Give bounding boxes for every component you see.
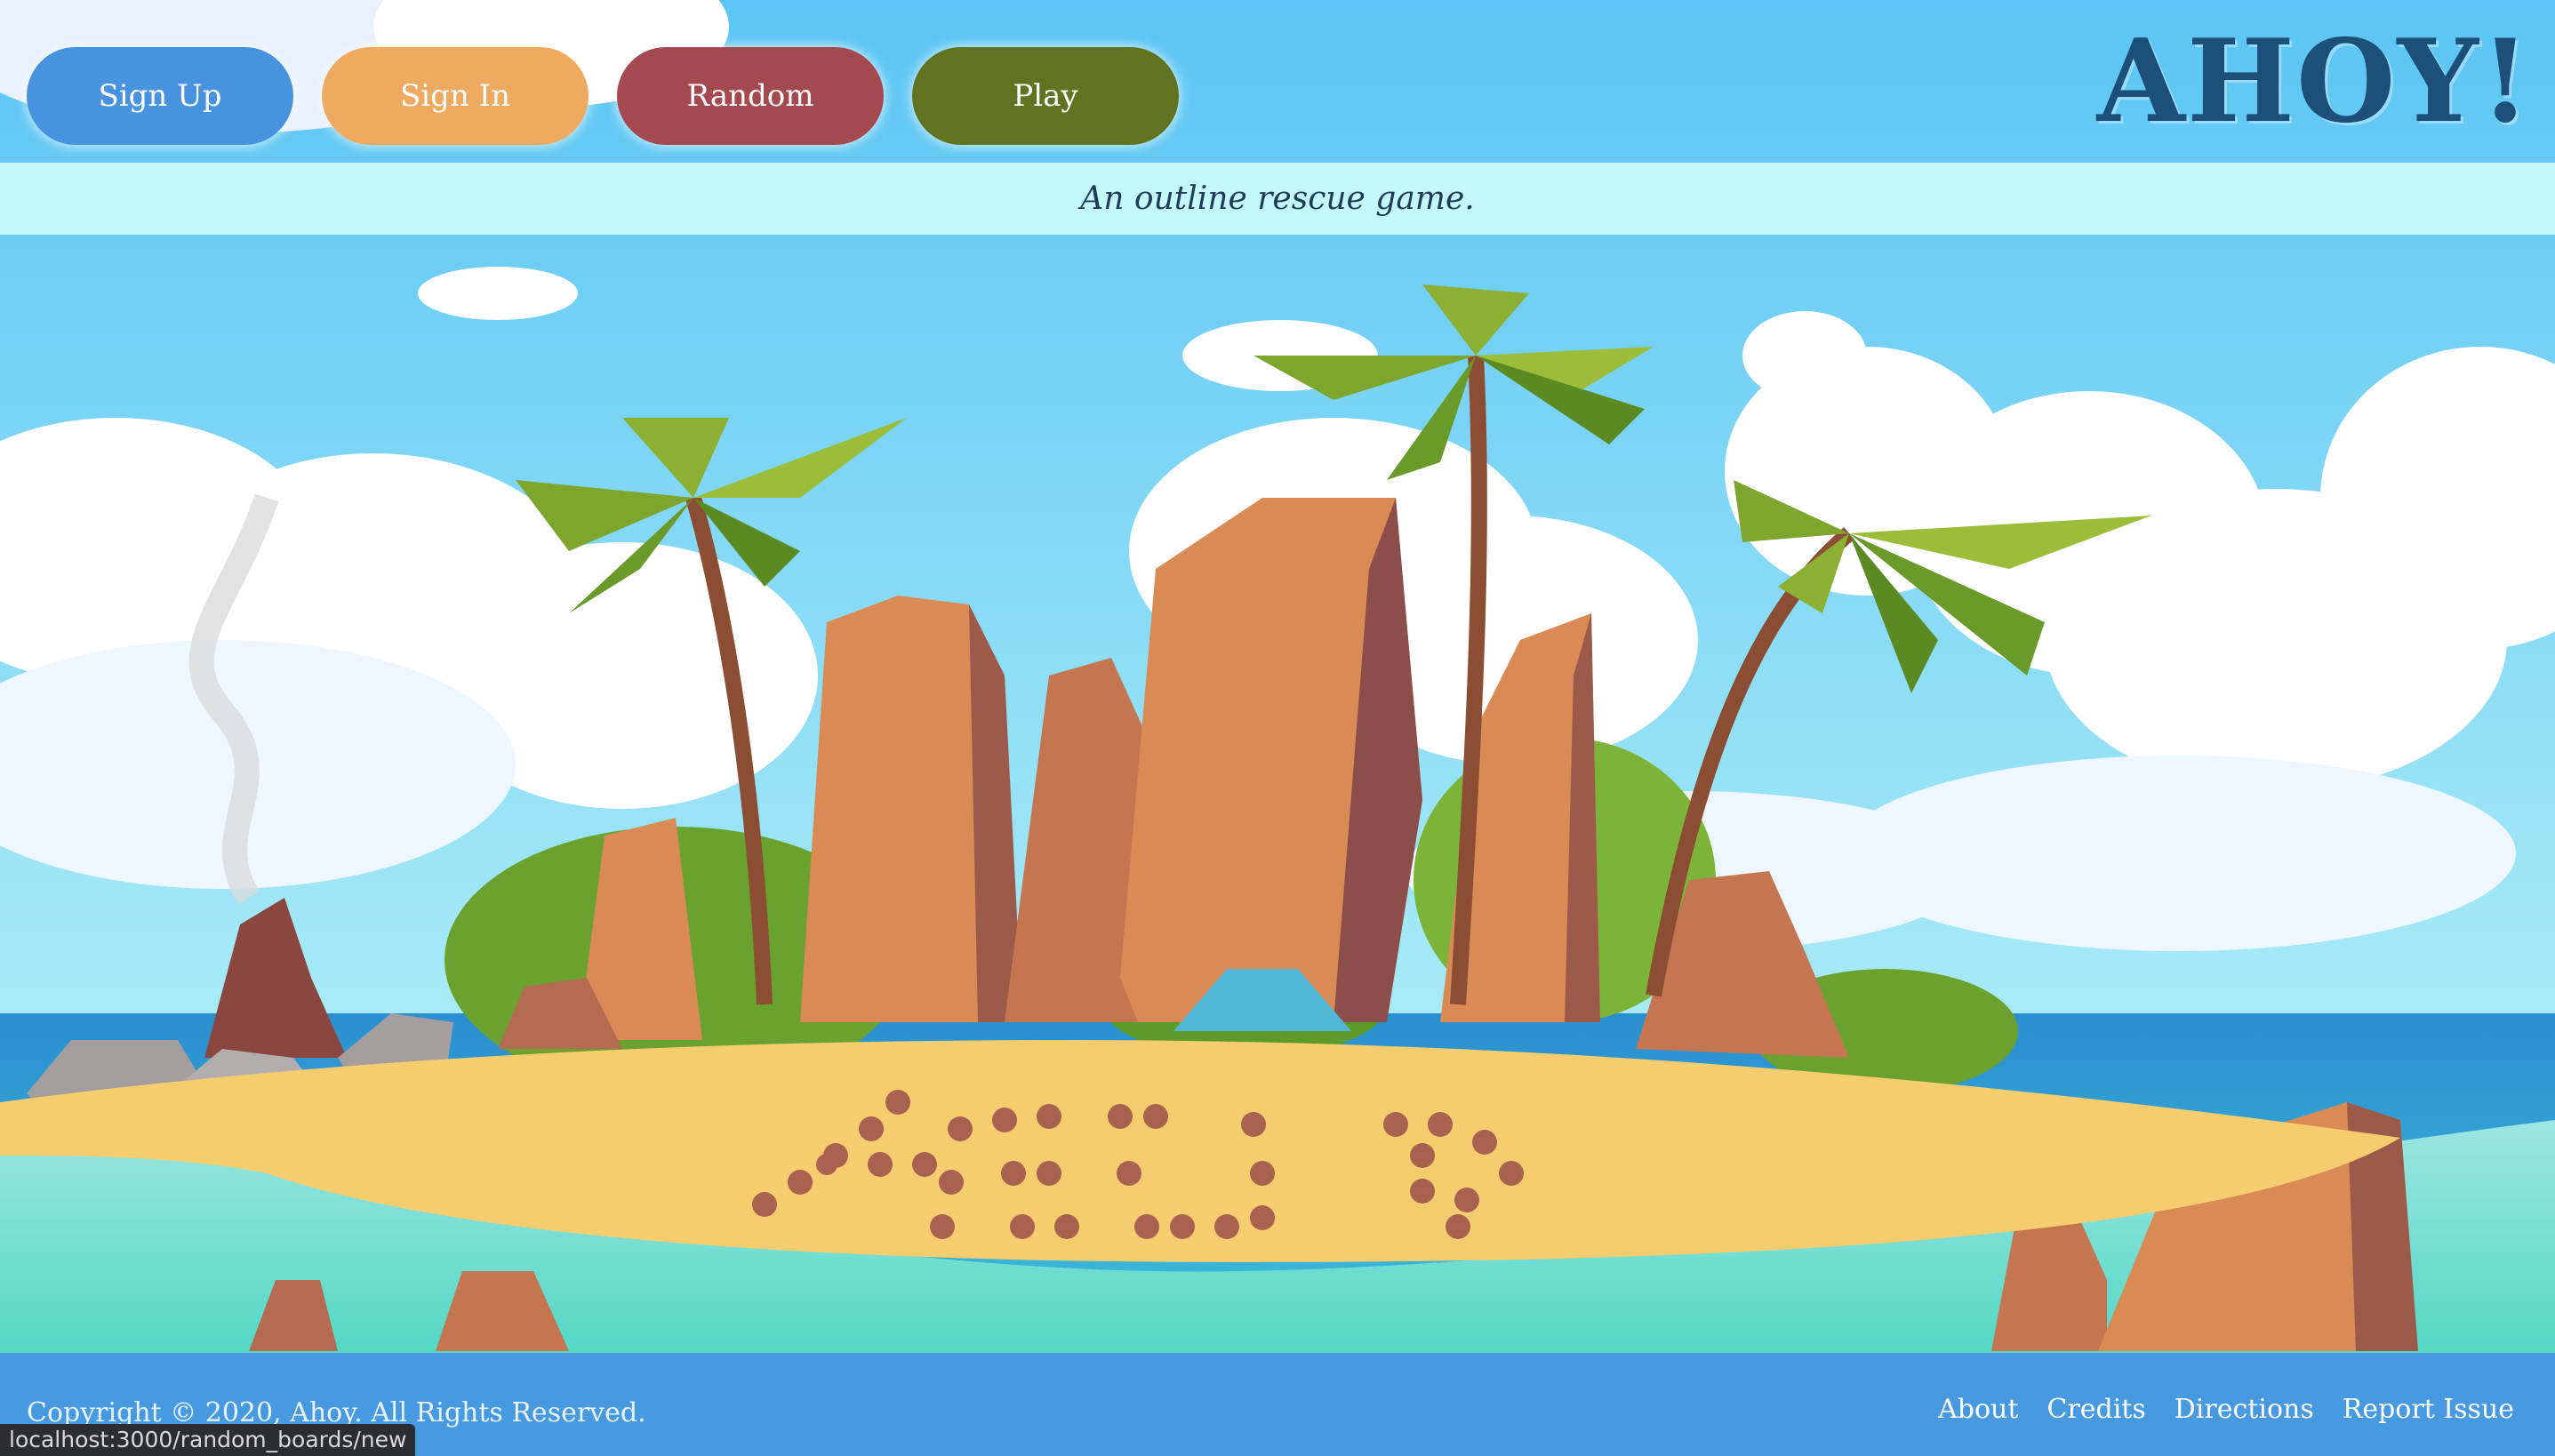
footer-link-directions[interactable]: Directions [2175, 1394, 2314, 1425]
footer-link-credits[interactable]: Credits [2046, 1394, 2145, 1425]
sign-in-button[interactable]: Sign In [322, 47, 589, 145]
random-button[interactable]: Random [617, 47, 884, 145]
ahoy-logo[interactable]: AHOY! [2097, 25, 2532, 139]
footer-link-about[interactable]: About [1938, 1394, 2018, 1425]
status-bar-url: localhost:3000/random_boards/new [0, 1424, 416, 1456]
tagline: An outline rescue game. [1080, 180, 1475, 217]
footer-links: About Credits Directions Report Issue [1938, 1394, 2514, 1425]
play-button[interactable]: Play [912, 47, 1179, 145]
tagline-bar: An outline rescue game. [0, 163, 2555, 235]
sign-up-button[interactable]: Sign Up [27, 47, 293, 145]
footer-link-report-issue[interactable]: Report Issue [2343, 1394, 2514, 1425]
